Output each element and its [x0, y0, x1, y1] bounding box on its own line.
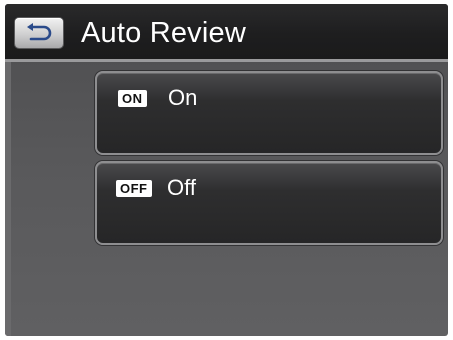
option-off-label: Off — [167, 175, 196, 200]
side-strip — [5, 62, 11, 336]
option-on[interactable]: ON On — [95, 71, 443, 155]
off-badge-icon: OFF — [116, 180, 152, 197]
on-badge-icon: ON — [118, 90, 147, 107]
option-on-label: On — [168, 85, 198, 110]
header-bar: Auto Review — [5, 4, 448, 62]
option-off[interactable]: OFF Off — [95, 161, 443, 245]
back-button[interactable] — [15, 18, 63, 48]
page-title: Auto Review — [81, 17, 246, 49]
camera-screen: Auto Review ON On OFF Off — [5, 4, 448, 336]
back-arrow-icon — [27, 23, 52, 41]
